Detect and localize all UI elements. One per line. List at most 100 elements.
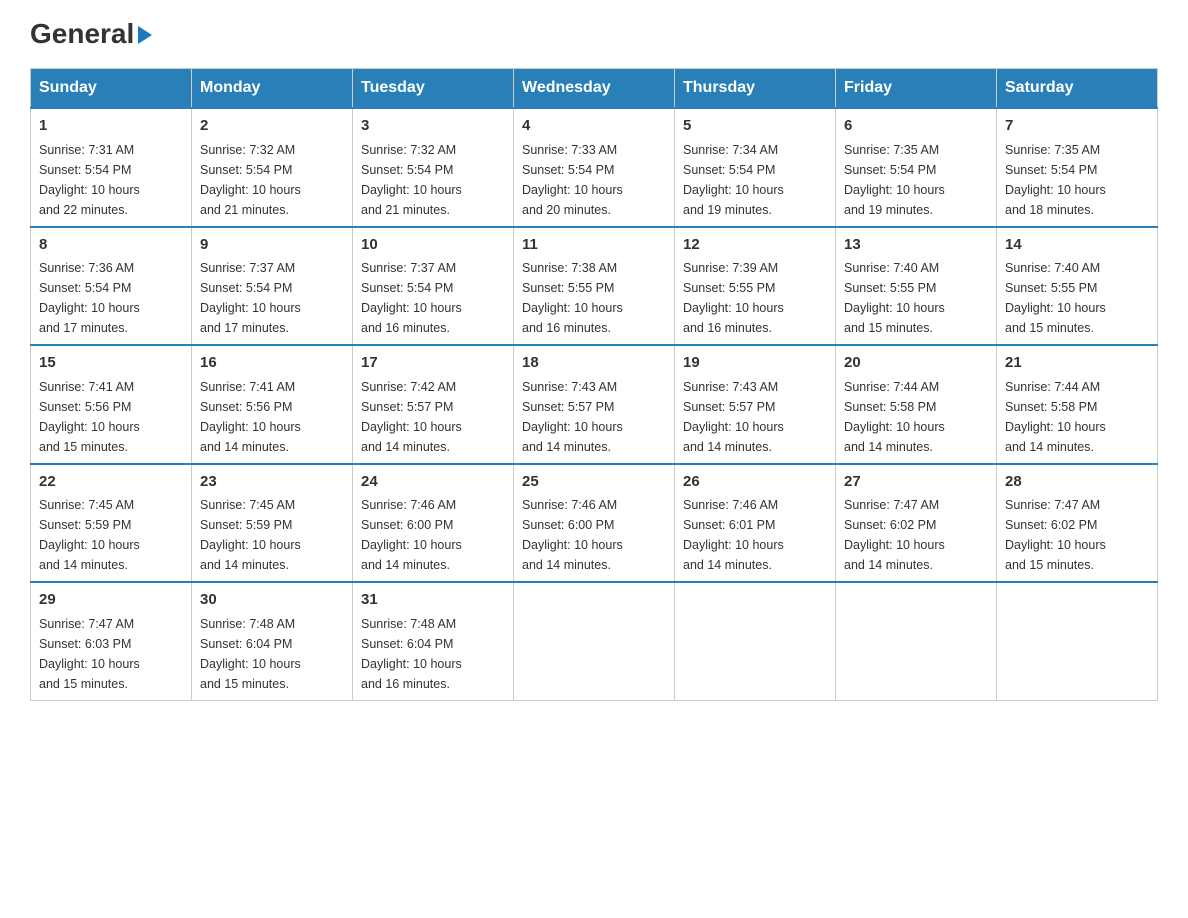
calendar-cell: 23 Sunrise: 7:45 AMSunset: 5:59 PMDaylig… bbox=[192, 464, 353, 583]
calendar-cell: 17 Sunrise: 7:42 AMSunset: 5:57 PMDaylig… bbox=[353, 345, 514, 464]
day-number: 2 bbox=[200, 115, 344, 138]
calendar-week-row: 15 Sunrise: 7:41 AMSunset: 5:56 PMDaylig… bbox=[31, 345, 1158, 464]
calendar-cell bbox=[997, 582, 1158, 700]
day-info: Sunrise: 7:35 AMSunset: 5:54 PMDaylight:… bbox=[1005, 143, 1106, 217]
day-number: 24 bbox=[361, 471, 505, 494]
calendar-cell: 11 Sunrise: 7:38 AMSunset: 5:55 PMDaylig… bbox=[514, 227, 675, 346]
calendar-cell: 1 Sunrise: 7:31 AMSunset: 5:54 PMDayligh… bbox=[31, 108, 192, 227]
day-info: Sunrise: 7:47 AMSunset: 6:02 PMDaylight:… bbox=[1005, 498, 1106, 572]
day-info: Sunrise: 7:48 AMSunset: 6:04 PMDaylight:… bbox=[361, 617, 462, 691]
calendar-cell: 25 Sunrise: 7:46 AMSunset: 6:00 PMDaylig… bbox=[514, 464, 675, 583]
day-number: 11 bbox=[522, 234, 666, 257]
day-number: 1 bbox=[39, 115, 183, 138]
header-saturday: Saturday bbox=[997, 69, 1158, 109]
calendar-cell: 4 Sunrise: 7:33 AMSunset: 5:54 PMDayligh… bbox=[514, 108, 675, 227]
calendar-cell: 12 Sunrise: 7:39 AMSunset: 5:55 PMDaylig… bbox=[675, 227, 836, 346]
header-wednesday: Wednesday bbox=[514, 69, 675, 109]
calendar-cell: 6 Sunrise: 7:35 AMSunset: 5:54 PMDayligh… bbox=[836, 108, 997, 227]
day-number: 28 bbox=[1005, 471, 1149, 494]
day-number: 31 bbox=[361, 589, 505, 612]
day-info: Sunrise: 7:47 AMSunset: 6:03 PMDaylight:… bbox=[39, 617, 140, 691]
calendar-table: SundayMondayTuesdayWednesdayThursdayFrid… bbox=[30, 68, 1158, 701]
calendar-cell: 14 Sunrise: 7:40 AMSunset: 5:55 PMDaylig… bbox=[997, 227, 1158, 346]
day-info: Sunrise: 7:47 AMSunset: 6:02 PMDaylight:… bbox=[844, 498, 945, 572]
calendar-cell: 16 Sunrise: 7:41 AMSunset: 5:56 PMDaylig… bbox=[192, 345, 353, 464]
calendar-cell: 31 Sunrise: 7:48 AMSunset: 6:04 PMDaylig… bbox=[353, 582, 514, 700]
calendar-cell: 15 Sunrise: 7:41 AMSunset: 5:56 PMDaylig… bbox=[31, 345, 192, 464]
day-number: 8 bbox=[39, 234, 183, 257]
day-info: Sunrise: 7:42 AMSunset: 5:57 PMDaylight:… bbox=[361, 380, 462, 454]
calendar-week-row: 29 Sunrise: 7:47 AMSunset: 6:03 PMDaylig… bbox=[31, 582, 1158, 700]
calendar-cell: 5 Sunrise: 7:34 AMSunset: 5:54 PMDayligh… bbox=[675, 108, 836, 227]
day-number: 15 bbox=[39, 352, 183, 375]
calendar-cell: 29 Sunrise: 7:47 AMSunset: 6:03 PMDaylig… bbox=[31, 582, 192, 700]
calendar-header-row: SundayMondayTuesdayWednesdayThursdayFrid… bbox=[31, 69, 1158, 109]
day-number: 29 bbox=[39, 589, 183, 612]
logo: General bbox=[30, 20, 152, 48]
day-info: Sunrise: 7:37 AMSunset: 5:54 PMDaylight:… bbox=[361, 261, 462, 335]
calendar-cell: 7 Sunrise: 7:35 AMSunset: 5:54 PMDayligh… bbox=[997, 108, 1158, 227]
header-thursday: Thursday bbox=[675, 69, 836, 109]
header-friday: Friday bbox=[836, 69, 997, 109]
logo-text: General bbox=[30, 20, 152, 48]
calendar-cell: 20 Sunrise: 7:44 AMSunset: 5:58 PMDaylig… bbox=[836, 345, 997, 464]
logo-arrow-icon bbox=[138, 26, 152, 44]
day-number: 19 bbox=[683, 352, 827, 375]
calendar-cell: 24 Sunrise: 7:46 AMSunset: 6:00 PMDaylig… bbox=[353, 464, 514, 583]
day-info: Sunrise: 7:34 AMSunset: 5:54 PMDaylight:… bbox=[683, 143, 784, 217]
calendar-cell: 26 Sunrise: 7:46 AMSunset: 6:01 PMDaylig… bbox=[675, 464, 836, 583]
day-info: Sunrise: 7:46 AMSunset: 6:01 PMDaylight:… bbox=[683, 498, 784, 572]
day-info: Sunrise: 7:36 AMSunset: 5:54 PMDaylight:… bbox=[39, 261, 140, 335]
day-info: Sunrise: 7:40 AMSunset: 5:55 PMDaylight:… bbox=[1005, 261, 1106, 335]
calendar-cell bbox=[514, 582, 675, 700]
day-info: Sunrise: 7:41 AMSunset: 5:56 PMDaylight:… bbox=[200, 380, 301, 454]
day-info: Sunrise: 7:32 AMSunset: 5:54 PMDaylight:… bbox=[200, 143, 301, 217]
calendar-cell: 10 Sunrise: 7:37 AMSunset: 5:54 PMDaylig… bbox=[353, 227, 514, 346]
day-info: Sunrise: 7:44 AMSunset: 5:58 PMDaylight:… bbox=[844, 380, 945, 454]
calendar-week-row: 1 Sunrise: 7:31 AMSunset: 5:54 PMDayligh… bbox=[31, 108, 1158, 227]
day-info: Sunrise: 7:45 AMSunset: 5:59 PMDaylight:… bbox=[39, 498, 140, 572]
calendar-cell: 27 Sunrise: 7:47 AMSunset: 6:02 PMDaylig… bbox=[836, 464, 997, 583]
day-info: Sunrise: 7:46 AMSunset: 6:00 PMDaylight:… bbox=[522, 498, 623, 572]
day-number: 5 bbox=[683, 115, 827, 138]
day-number: 6 bbox=[844, 115, 988, 138]
day-info: Sunrise: 7:32 AMSunset: 5:54 PMDaylight:… bbox=[361, 143, 462, 217]
day-number: 20 bbox=[844, 352, 988, 375]
calendar-week-row: 8 Sunrise: 7:36 AMSunset: 5:54 PMDayligh… bbox=[31, 227, 1158, 346]
header-tuesday: Tuesday bbox=[353, 69, 514, 109]
calendar-cell bbox=[675, 582, 836, 700]
day-number: 16 bbox=[200, 352, 344, 375]
day-info: Sunrise: 7:31 AMSunset: 5:54 PMDaylight:… bbox=[39, 143, 140, 217]
calendar-cell: 8 Sunrise: 7:36 AMSunset: 5:54 PMDayligh… bbox=[31, 227, 192, 346]
calendar-cell: 30 Sunrise: 7:48 AMSunset: 6:04 PMDaylig… bbox=[192, 582, 353, 700]
calendar-week-row: 22 Sunrise: 7:45 AMSunset: 5:59 PMDaylig… bbox=[31, 464, 1158, 583]
calendar-cell: 19 Sunrise: 7:43 AMSunset: 5:57 PMDaylig… bbox=[675, 345, 836, 464]
day-number: 21 bbox=[1005, 352, 1149, 375]
calendar-cell: 18 Sunrise: 7:43 AMSunset: 5:57 PMDaylig… bbox=[514, 345, 675, 464]
day-number: 22 bbox=[39, 471, 183, 494]
header-sunday: Sunday bbox=[31, 69, 192, 109]
day-info: Sunrise: 7:38 AMSunset: 5:55 PMDaylight:… bbox=[522, 261, 623, 335]
day-number: 7 bbox=[1005, 115, 1149, 138]
calendar-cell: 21 Sunrise: 7:44 AMSunset: 5:58 PMDaylig… bbox=[997, 345, 1158, 464]
calendar-cell bbox=[836, 582, 997, 700]
day-number: 30 bbox=[200, 589, 344, 612]
day-info: Sunrise: 7:43 AMSunset: 5:57 PMDaylight:… bbox=[683, 380, 784, 454]
day-info: Sunrise: 7:45 AMSunset: 5:59 PMDaylight:… bbox=[200, 498, 301, 572]
day-number: 14 bbox=[1005, 234, 1149, 257]
calendar-cell: 28 Sunrise: 7:47 AMSunset: 6:02 PMDaylig… bbox=[997, 464, 1158, 583]
day-number: 26 bbox=[683, 471, 827, 494]
day-info: Sunrise: 7:37 AMSunset: 5:54 PMDaylight:… bbox=[200, 261, 301, 335]
header-monday: Monday bbox=[192, 69, 353, 109]
day-info: Sunrise: 7:33 AMSunset: 5:54 PMDaylight:… bbox=[522, 143, 623, 217]
day-number: 9 bbox=[200, 234, 344, 257]
page-header: General bbox=[30, 20, 1158, 48]
day-info: Sunrise: 7:35 AMSunset: 5:54 PMDaylight:… bbox=[844, 143, 945, 217]
day-number: 17 bbox=[361, 352, 505, 375]
day-number: 10 bbox=[361, 234, 505, 257]
day-number: 4 bbox=[522, 115, 666, 138]
day-info: Sunrise: 7:41 AMSunset: 5:56 PMDaylight:… bbox=[39, 380, 140, 454]
day-info: Sunrise: 7:46 AMSunset: 6:00 PMDaylight:… bbox=[361, 498, 462, 572]
day-info: Sunrise: 7:43 AMSunset: 5:57 PMDaylight:… bbox=[522, 380, 623, 454]
day-info: Sunrise: 7:39 AMSunset: 5:55 PMDaylight:… bbox=[683, 261, 784, 335]
